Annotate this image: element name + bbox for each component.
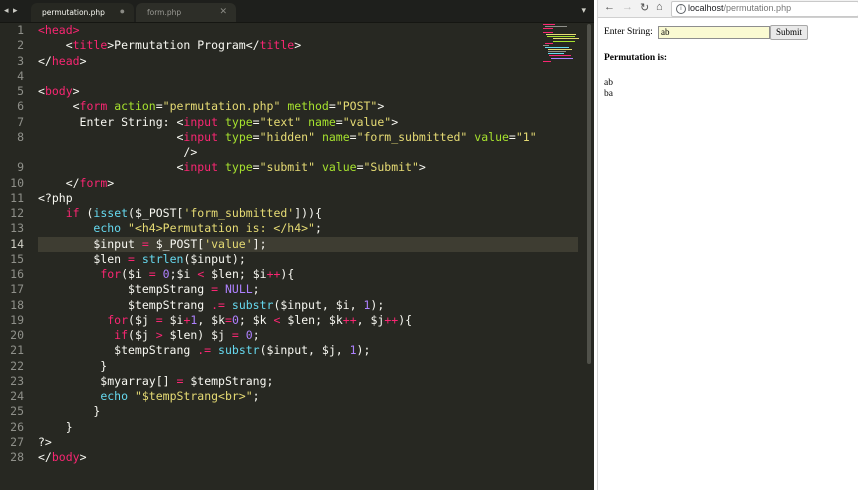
- browser-toolbar: ← → ↻ ⌂ i localhost/permutation.php: [598, 0, 858, 18]
- address-bar[interactable]: i localhost/permutation.php: [671, 1, 858, 17]
- line-number: 6: [17, 99, 24, 114]
- code-line-13: echo "<h4>Permutation is: </h4>";: [93, 221, 322, 236]
- editor-scrollbar[interactable]: [587, 24, 591, 364]
- line-number: 9: [17, 160, 24, 175]
- unsaved-dot-icon[interactable]: ●: [120, 6, 125, 16]
- line-number: 28: [10, 450, 24, 464]
- code-line-10: </form>: [38, 175, 115, 190]
- minimap[interactable]: [541, 22, 581, 62]
- tab-permutation-php[interactable]: permutation.php ●: [31, 3, 134, 22]
- line-number: 17: [10, 282, 24, 297]
- tab-nav-arrows-icon[interactable]: ◂ ▸: [4, 5, 19, 16]
- line-number: 5: [17, 84, 24, 98]
- code-line-23: $myarray[] = $tempStrang;: [38, 373, 274, 388]
- line-number: 27: [10, 434, 24, 449]
- line-number: 25: [10, 404, 24, 419]
- line-number: 22: [10, 358, 24, 373]
- code-line-22: }: [38, 358, 108, 373]
- line-number: 23: [10, 373, 24, 388]
- line-number: 12: [10, 206, 24, 220]
- line-number: 11: [10, 190, 24, 205]
- info-icon[interactable]: i: [676, 4, 686, 14]
- line-number: 7: [17, 114, 24, 129]
- string-input[interactable]: ab: [658, 26, 770, 39]
- url-text: localhost/permutation.php: [688, 3, 791, 13]
- editor-tab-bar: ◂ ▸ permutation.php ● form.php ✕ ▾: [0, 0, 594, 23]
- tab-label: form.php: [147, 8, 182, 17]
- tab-form-php[interactable]: form.php ✕: [136, 3, 236, 22]
- line-number: 21: [10, 343, 24, 358]
- line-number: 15: [10, 251, 24, 266]
- code-line-16: for($i = 0;$i < $len; $i++){: [100, 267, 295, 281]
- reload-icon[interactable]: ↻: [640, 1, 649, 14]
- code-area[interactable]: <head> <title>Permutation Program</title…: [38, 22, 578, 490]
- code-line-12: if (isset($_POST['form_submitted'])){: [65, 206, 322, 220]
- tab-label: permutation.php: [42, 8, 105, 17]
- permutation-result: ab: [604, 78, 613, 88]
- code-line-20: if($j > $len) $j = 0;: [114, 328, 260, 342]
- close-icon[interactable]: ✕: [219, 6, 227, 17]
- code-line-18: $tempStrang .= substr($input, $i, 1);: [38, 297, 385, 312]
- code-line-15: $len = strlen($input);: [38, 251, 246, 266]
- line-number: 24: [10, 389, 24, 403]
- submit-button[interactable]: Submit: [770, 25, 808, 40]
- code-line-25: }: [38, 404, 101, 419]
- code-line-3: </head>: [38, 53, 87, 68]
- line-number: 10: [10, 175, 24, 190]
- code-line-21: $tempStrang .= substr($input, $j, 1);: [38, 343, 371, 358]
- line-number-gutter: 1 2 3 4 5 6 7 8 9 10 11 12 13 14 15 16 1…: [0, 22, 34, 490]
- code-line-27: ?>: [38, 434, 52, 449]
- permutation-result: ba: [604, 89, 613, 99]
- code-line-24: echo "$tempStrang<br>";: [100, 389, 260, 403]
- code-line-6: <form action="permutation.php" method="P…: [38, 99, 385, 114]
- code-line-26: }: [38, 419, 73, 434]
- tab-dropdown-icon[interactable]: ▾: [581, 5, 586, 16]
- line-number: 8: [17, 129, 24, 144]
- enter-string-label: Enter String:: [604, 27, 653, 37]
- url-path: /permutation.php: [723, 3, 792, 13]
- code-line-5: <body>: [38, 84, 80, 98]
- line-number: 20: [10, 328, 24, 342]
- line-number: 19: [10, 312, 24, 327]
- line-number: 3: [17, 53, 24, 68]
- code-line-14: $input = $_POST['value'];: [38, 236, 267, 251]
- code-line-11: <?php: [38, 190, 73, 205]
- code-line-7: Enter String: <input type="text" name="v…: [38, 114, 399, 129]
- url-host: localhost: [688, 3, 724, 13]
- code-line-8: <input type="hidden" name="form_submitte…: [38, 129, 537, 144]
- code-line-9: <input type="submit" value="Submit">: [38, 160, 426, 175]
- line-number: 18: [10, 297, 24, 312]
- line-number: 2: [17, 38, 24, 53]
- line-number: 1: [17, 23, 24, 37]
- line-number: 16: [10, 267, 24, 281]
- code-line-17: $tempStrang = NULL;: [38, 282, 260, 297]
- line-number: 13: [10, 221, 24, 236]
- home-icon[interactable]: ⌂: [656, 1, 663, 13]
- code-line-1: <head>: [38, 23, 80, 37]
- code-line-2: <title>Permutation Program</title>: [38, 38, 302, 53]
- line-number: 4: [17, 68, 24, 83]
- forward-arrow-icon[interactable]: →: [622, 1, 633, 13]
- line-number-current: 14: [10, 236, 24, 251]
- code-editor[interactable]: ◂ ▸ permutation.php ● form.php ✕ ▾ 1 2 3…: [0, 0, 594, 490]
- browser-window: ← → ↻ ⌂ i localhost/permutation.php Ente…: [597, 0, 858, 490]
- back-arrow-icon[interactable]: ←: [604, 1, 615, 13]
- code-line-19: for($j = $i+1, $k=0; $k < $len; $k++, $j…: [107, 312, 413, 327]
- code-line-28: </body>: [38, 450, 87, 464]
- code-line-8-wrap: />: [38, 145, 198, 159]
- line-number: 26: [10, 419, 24, 434]
- permutation-heading: Permutation is:: [604, 53, 668, 63]
